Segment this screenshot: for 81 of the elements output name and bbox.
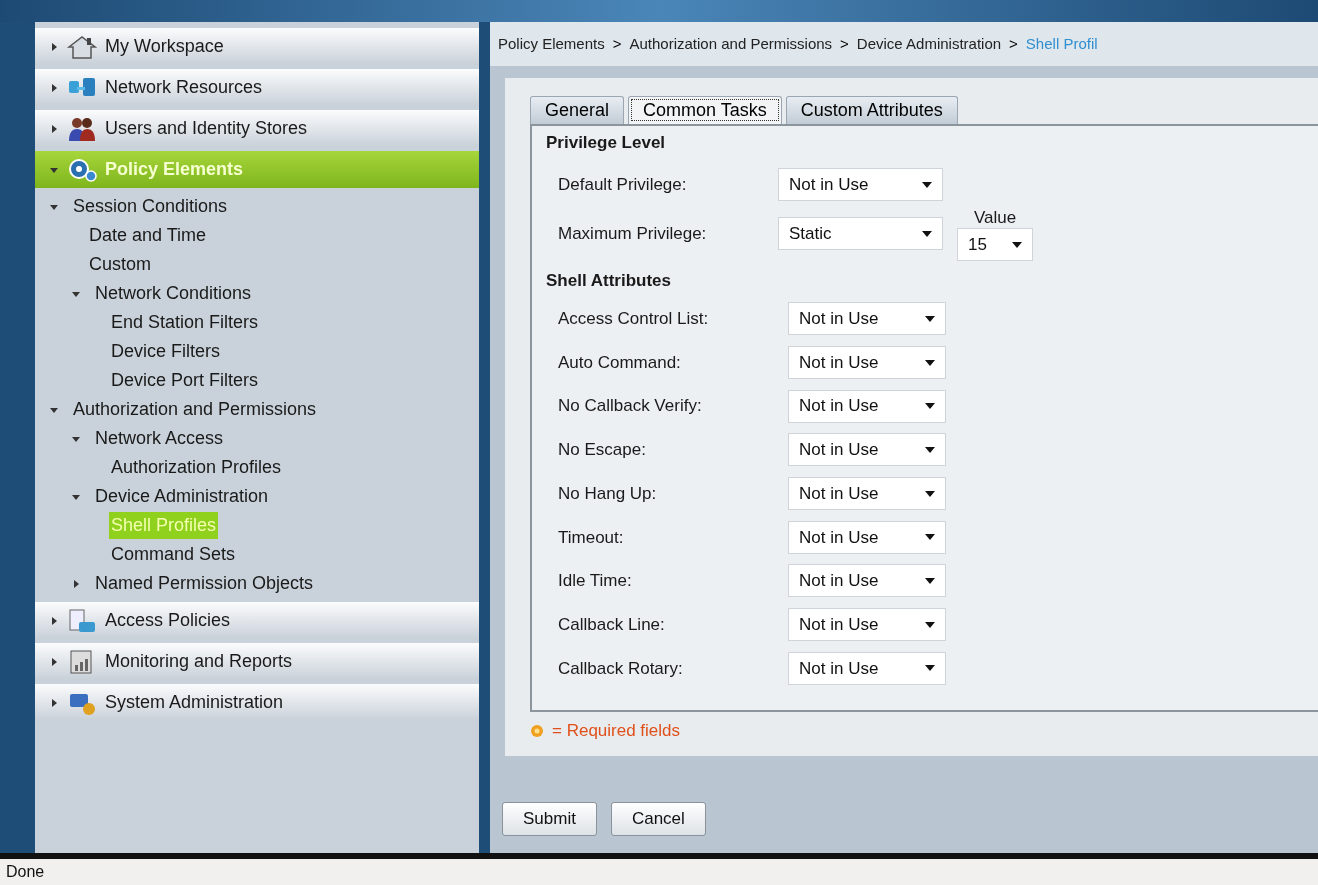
dropdown[interactable]: Not in Use: [778, 168, 943, 201]
dropdown[interactable]: Not in Use: [788, 564, 946, 598]
field-label: Idle Time:: [558, 570, 633, 593]
caret-icon: [925, 315, 935, 322]
dropdown[interactable]: Not in Use: [788, 433, 946, 467]
field-label: Callback Line:: [558, 613, 666, 636]
collapsed-arrow-icon[interactable]: [71, 578, 81, 589]
tree-item[interactable]: Date and Time: [87, 222, 209, 249]
collapsed-arrow-icon[interactable]: [49, 697, 59, 708]
tree-item[interactable]: Network Access: [93, 425, 226, 452]
users-icon: [67, 115, 97, 142]
caret-icon: [925, 577, 935, 584]
section-heading: Privilege Level: [546, 132, 667, 154]
tab[interactable]: Common Tasks: [628, 96, 782, 124]
caret-icon: [1012, 241, 1022, 248]
field-label: Timeout:: [558, 526, 625, 549]
collapsed-arrow-icon[interactable]: [49, 615, 59, 626]
tree-item[interactable]: Custom: [87, 251, 153, 278]
tree-item[interactable]: Device Port Filters: [109, 367, 261, 394]
tree-item[interactable]: Network Conditions: [93, 280, 254, 307]
breadcrumb-separator: >: [612, 33, 622, 54]
breadcrumb-link[interactable]: Policy Elements: [498, 32, 605, 56]
breadcrumb-separator: >: [840, 33, 849, 54]
field-label: No Hang Up:: [558, 482, 658, 505]
dropdown[interactable]: Not in Use: [788, 608, 946, 642]
tab[interactable]: Custom Attributes: [785, 96, 958, 124]
field-label: No Escape:: [558, 439, 647, 462]
tab[interactable]: General: [530, 96, 625, 124]
house-icon: [67, 33, 97, 60]
tree-item[interactable]: Authorization and Permissions: [71, 396, 319, 423]
status-bar: Done: [0, 859, 1318, 885]
required-icon: [530, 723, 544, 738]
tree-item[interactable]: Session Conditions: [71, 193, 230, 220]
collapsed-arrow-icon[interactable]: [49, 123, 59, 134]
nav-header[interactable]: Monitoring and Reports: [35, 643, 479, 680]
caret-icon: [925, 446, 935, 453]
field-label: Callback Rotary:: [558, 657, 684, 680]
tree-item[interactable]: Device Administration: [93, 483, 271, 510]
required-note: = Required fields: [552, 720, 681, 742]
tree-item[interactable]: Device Filters: [109, 338, 223, 365]
tree-item[interactable]: Authorization Profiles: [109, 454, 284, 481]
caret-icon: [925, 359, 935, 366]
dropdown[interactable]: Not in Use: [788, 651, 946, 685]
policy-icon: [67, 607, 97, 634]
tree-item[interactable]: Command Sets: [109, 541, 238, 568]
caret-icon: [922, 230, 932, 237]
dropdown[interactable]: 15: [957, 228, 1033, 261]
caret-icon: [925, 490, 935, 497]
caret-icon: [925, 621, 935, 628]
collapsed-arrow-icon[interactable]: [49, 82, 59, 93]
form-button[interactable]: Cancel: [610, 802, 706, 836]
nav-header[interactable]: System Administration: [35, 684, 479, 721]
caret-icon: [925, 403, 935, 410]
breadcrumb-link[interactable]: Authorization and Permissions: [629, 32, 833, 56]
field-label: Default Privilege:: [558, 173, 688, 196]
dropdown[interactable]: Not in Use: [788, 389, 946, 423]
nav-header[interactable]: Network Resources: [35, 69, 479, 106]
field-label: No Callback Verify:: [558, 395, 703, 418]
caret-icon: [922, 181, 932, 188]
form-button[interactable]: Submit: [502, 802, 597, 836]
field-label: Auto Command:: [558, 351, 682, 374]
collapsed-arrow-icon[interactable]: [49, 656, 59, 667]
caret-icon: [925, 665, 935, 672]
dropdown[interactable]: Not in Use: [788, 346, 946, 380]
field-label: Value: [973, 208, 1017, 228]
nav-header[interactable]: Users and Identity Stores: [35, 110, 479, 147]
field-label: Access Control List:: [558, 308, 710, 331]
collapsed-arrow-icon[interactable]: [49, 41, 59, 52]
caret-icon: [925, 534, 935, 541]
tree-item[interactable]: End Station Filters: [109, 309, 261, 336]
breadcrumb-separator: >: [1009, 33, 1018, 54]
dropdown[interactable]: Not in Use: [788, 302, 946, 336]
field-label: Maximum Privilege:: [558, 222, 708, 245]
nav-header[interactable]: Access Policies: [35, 602, 479, 639]
dropdown[interactable]: Not in Use: [788, 477, 946, 511]
dropdown[interactable]: Static: [778, 217, 943, 250]
section-heading: Shell Attributes: [546, 269, 672, 292]
tree-item[interactable]: Named Permission Objects: [93, 570, 316, 597]
dropdown[interactable]: Not in Use: [788, 520, 946, 554]
breadcrumb-link[interactable]: Device Administration: [856, 32, 1002, 56]
nav-header[interactable]: My Workspace: [35, 28, 479, 65]
